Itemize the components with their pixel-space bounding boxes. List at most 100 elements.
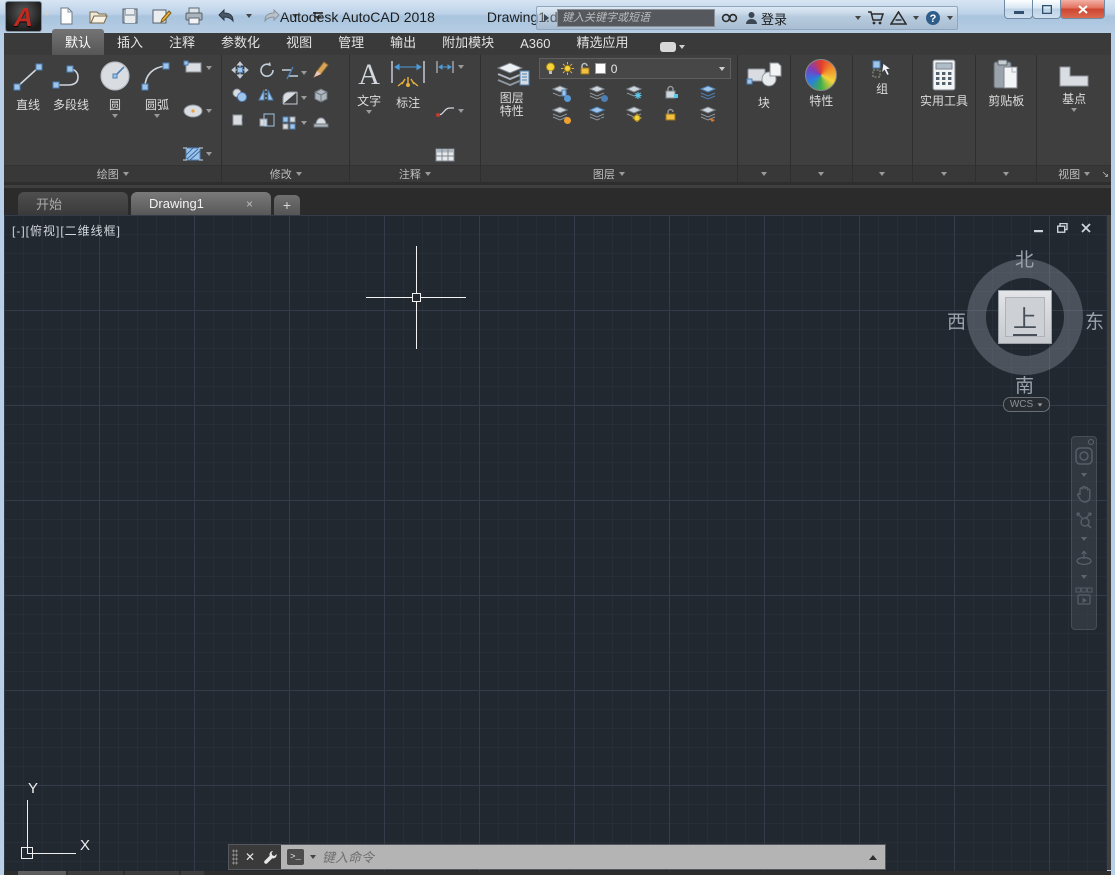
layer-unlock-all-icon[interactable] <box>662 106 682 124</box>
panel-utilities-footer[interactable] <box>913 165 976 182</box>
layer-on-off-icon[interactable] <box>551 106 571 124</box>
a360-caret-icon[interactable] <box>913 16 919 20</box>
layout-tab-model[interactable]: 模型 <box>18 871 66 875</box>
layer-lock-icon[interactable] <box>662 84 682 102</box>
search-input[interactable] <box>557 9 715 27</box>
command-input[interactable] <box>322 850 863 865</box>
navwheel-caret-icon[interactable] <box>1081 473 1087 477</box>
tab-output[interactable]: 输出 <box>377 29 429 55</box>
layer-properties-button[interactable]: 图层 特性 <box>485 58 539 165</box>
circle-button[interactable]: 圆 <box>94 58 136 165</box>
arc-button[interactable]: 圆弧 <box>136 58 178 165</box>
viewcube[interactable]: 北 南 西 东 上 <box>967 259 1083 375</box>
help-caret-icon[interactable] <box>947 16 953 20</box>
pan-icon[interactable] <box>1075 485 1093 503</box>
show-motion-icon[interactable] <box>1075 587 1093 605</box>
circle-caret-icon[interactable] <box>112 114 118 118</box>
dimension-button[interactable]: 标注 <box>384 58 432 165</box>
orbit-caret-icon[interactable] <box>1081 575 1087 579</box>
linear-dim-button[interactable] <box>434 60 464 74</box>
zoom-extents-icon[interactable] <box>1075 511 1093 529</box>
viewport-minimize-icon[interactable] <box>1034 223 1044 233</box>
file-tab-start[interactable]: 开始 <box>18 192 128 215</box>
minimize-button[interactable] <box>1004 0 1033 19</box>
close-button[interactable] <box>1060 0 1105 19</box>
text-caret-icon[interactable] <box>366 110 372 114</box>
viewport-close-icon[interactable] <box>1081 223 1091 233</box>
leader-button[interactable] <box>434 104 464 118</box>
drawing-canvas[interactable]: [-][俯视][二维线框] 北 南 西 东 上 WCS <box>4 215 1107 871</box>
line-button[interactable]: 直线 <box>8 58 48 165</box>
viewcube-south[interactable]: 南 <box>1015 371 1034 398</box>
scale-icon[interactable] <box>258 112 276 133</box>
block-insert-button[interactable]: 块 <box>743 58 785 165</box>
base-view-button[interactable]: 基点 <box>1054 58 1094 165</box>
viewport-restore-icon[interactable] <box>1057 223 1068 233</box>
layer-unisolate-icon[interactable] <box>588 84 608 102</box>
undo-icon[interactable] <box>214 4 238 28</box>
offset-icon[interactable] <box>312 112 330 133</box>
layer-match-icon[interactable] <box>699 84 719 102</box>
plot-icon[interactable] <box>182 4 206 28</box>
orbit-icon[interactable] <box>1075 549 1093 567</box>
layer-isolate-icon[interactable] <box>551 84 571 102</box>
panel-draw-footer[interactable]: 绘图 <box>4 165 221 182</box>
open-file-icon[interactable] <box>86 4 110 28</box>
app-store-cart-icon[interactable] <box>867 11 884 25</box>
explode-icon[interactable] <box>312 87 330 108</box>
viewcube-north[interactable]: 北 <box>1015 245 1034 272</box>
command-wrench-icon[interactable] <box>259 845 281 869</box>
app-menu-button[interactable]: A <box>5 1 42 32</box>
rotate-icon[interactable] <box>258 61 276 84</box>
signin-button[interactable]: 登录 <box>745 9 787 28</box>
file-tab-drawing1[interactable]: Drawing1 × <box>131 192 271 215</box>
panel-properties-footer[interactable] <box>791 165 852 182</box>
command-recent-caret-icon[interactable] <box>310 855 316 859</box>
layer-dropdown-caret-icon[interactable] <box>719 67 725 71</box>
viewcube-top-face[interactable]: 上 <box>998 290 1052 344</box>
command-close-icon[interactable]: ✕ <box>241 845 259 869</box>
layer-set-current-icon[interactable] <box>588 106 608 124</box>
clipboard-button[interactable]: 剪贴板 <box>985 58 1027 165</box>
tab-parametric[interactable]: 参数化 <box>208 29 273 55</box>
signin-caret-icon[interactable] <box>855 16 861 20</box>
new-layout-button[interactable]: + <box>181 871 204 875</box>
viewcube-west[interactable]: 西 <box>947 307 966 334</box>
table-button[interactable] <box>434 147 464 163</box>
layer-walk-icon[interactable] <box>699 106 719 124</box>
command-line[interactable]: ✕ >_ <box>228 844 886 870</box>
view-dialog-launcher-icon[interactable]: ↘ <box>1101 169 1109 180</box>
help-icon[interactable]: ? <box>925 10 941 26</box>
viewcube-east[interactable]: 东 <box>1085 307 1104 334</box>
copy-icon[interactable] <box>231 87 249 108</box>
tab-view[interactable]: 视图 <box>273 29 325 55</box>
panel-block-footer[interactable] <box>738 165 790 182</box>
text-button[interactable]: A 文字 <box>354 58 384 165</box>
move-icon[interactable] <box>231 61 249 84</box>
polyline-button[interactable]: 多段线 <box>48 58 94 165</box>
command-history-up-icon[interactable] <box>869 855 877 860</box>
fillet-icon[interactable] <box>281 90 307 106</box>
tab-insert[interactable]: 插入 <box>104 29 156 55</box>
command-grip-handle[interactable] <box>229 845 241 869</box>
app-menu-caret-icon[interactable] <box>44 12 50 16</box>
utilities-button[interactable]: 实用工具 <box>917 58 971 165</box>
save-as-icon[interactable] <box>150 4 174 28</box>
layer-freeze-icon[interactable] <box>625 84 645 102</box>
wcs-button[interactable]: WCS <box>1003 397 1050 412</box>
arc-caret-icon[interactable] <box>154 114 160 118</box>
command-input-area[interactable]: >_ <box>281 845 885 869</box>
ellipse-button[interactable] <box>182 103 212 119</box>
panel-view-footer[interactable]: 视图 ↘ <box>1037 165 1111 182</box>
new-drawing-tab-button[interactable]: + <box>274 195 300 215</box>
search-icon[interactable] <box>721 11 739 25</box>
array-icon[interactable] <box>281 115 307 131</box>
mirror-icon[interactable] <box>258 87 276 108</box>
navigation-bar[interactable] <box>1071 436 1097 630</box>
zoom-caret-icon[interactable] <box>1081 537 1087 541</box>
layout-tab-layout1[interactable]: 布局1 <box>68 871 123 875</box>
erase-icon[interactable] <box>312 61 330 84</box>
panel-clipboard-footer[interactable] <box>976 165 1036 182</box>
layer-dropdown[interactable]: 0 <box>539 58 731 79</box>
ribbon-minimize-button[interactable] <box>660 42 685 52</box>
